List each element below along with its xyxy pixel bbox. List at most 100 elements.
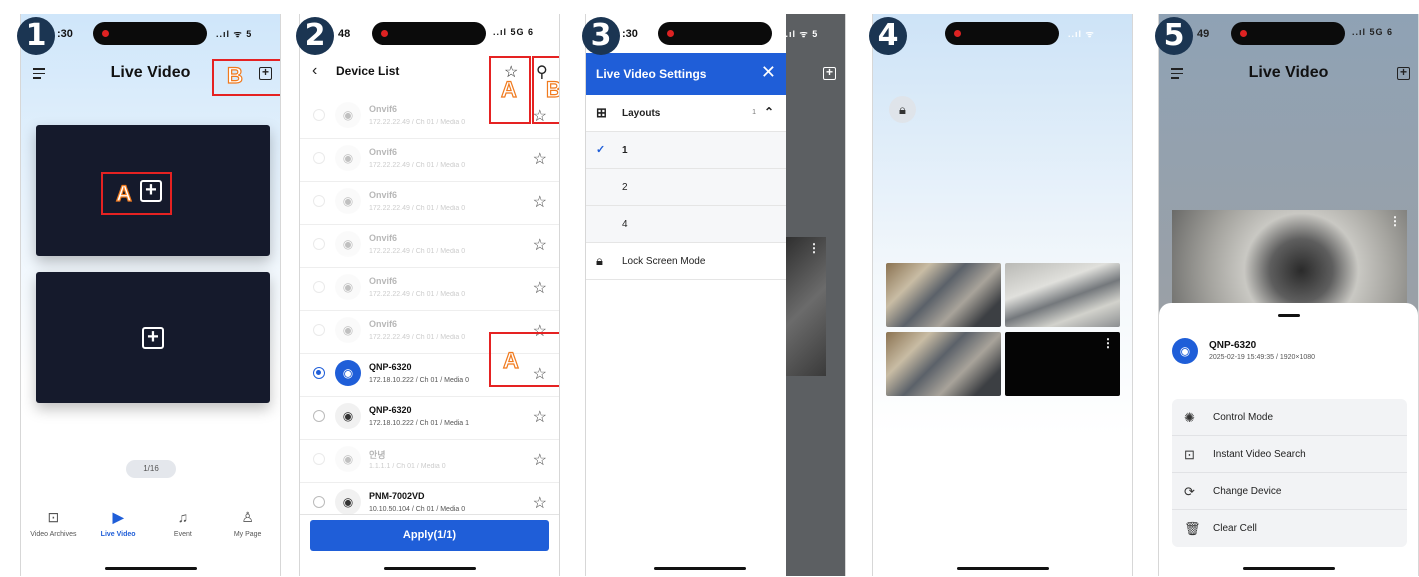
star-icon[interactable]: ☆ [533, 278, 547, 298]
chevron-up-icon[interactable]: ⌃ [764, 105, 774, 119]
status-icons: ..ıl ᯤ 5 [782, 29, 819, 39]
page-title: Live Video [1248, 64, 1329, 81]
menu-item-control-mode[interactable]: ✺ Control Mode [1172, 399, 1407, 436]
device-name: Onvif6 [369, 190, 398, 200]
add-layout-icon: + [823, 66, 836, 80]
layout-option-4[interactable]: 4 [586, 206, 786, 243]
status-icons: ..ıl ᯤ [1068, 29, 1095, 39]
apply-button[interactable]: Apply(1/1) [310, 520, 549, 551]
select-radio[interactable] [313, 324, 325, 336]
device-info: 2025-02-19 15:49:35 / 1920×1080 [1209, 354, 1316, 361]
video-archives-icon: ⊡ [47, 509, 60, 525]
dynamic-island [93, 22, 207, 45]
marker-a: A [115, 180, 132, 206]
tab-my-page[interactable]: ♙ My Page [215, 509, 280, 538]
camera-icon: ◉ [335, 317, 361, 343]
person-icon: ♙ [241, 509, 254, 525]
step-badge-5: 5 [1155, 17, 1193, 55]
device-name: QNP-6320 [369, 362, 412, 372]
sheet-handle[interactable] [1277, 314, 1300, 317]
layouts-section[interactable]: ⊞ Layouts 1 ⌃ [586, 95, 786, 132]
video-cell-1[interactable] [886, 263, 1001, 327]
video-cell-4[interactable]: ⋮ [1005, 332, 1120, 396]
camera-icon: ◉ [335, 102, 361, 128]
device-info: 172.22.22.49 / Ch 01 / Media 0 [369, 119, 466, 126]
menu-item-label: Control Mode [1213, 412, 1274, 423]
settings-header: Live Video Settings ✕ [586, 53, 786, 95]
select-radio[interactable] [313, 410, 325, 422]
status-time: 48 [338, 28, 351, 40]
layout-option-2[interactable]: 2 [586, 169, 786, 206]
home-indicator [104, 567, 197, 570]
camera-icon: ◉ [335, 231, 361, 257]
camera-icon: ◉ [335, 446, 361, 472]
video-cell-2[interactable] [1005, 263, 1120, 327]
highlight-box-a [101, 172, 172, 215]
star-icon[interactable]: ☆ [533, 235, 547, 255]
camera-icon: ◉ [1172, 338, 1198, 364]
highlight-box-b [212, 59, 280, 96]
device-row[interactable]: ◉ Onvif6 172.22.22.49 / Ch 01 / Media 0 ☆ [300, 139, 559, 182]
more-icon: ⋮ [808, 241, 820, 255]
camera-icon: ◉ [335, 274, 361, 300]
screen-lock-mode-grid: ..ıl ᯤ 🔒︎ ⋮ [872, 14, 1133, 576]
layout-option-label: 1 [622, 145, 628, 156]
lock-screen-mode-row[interactable]: 🔒︎ Lock Screen Mode [586, 243, 786, 280]
cell-menu: ✺ Control Mode ⊡ Instant Video Search ⟳ … [1172, 399, 1407, 547]
select-radio[interactable] [313, 195, 325, 207]
star-icon[interactable]: ☆ [533, 149, 547, 169]
menu-item-label: Change Device [1213, 486, 1282, 497]
aperture-icon: ✺ [1184, 410, 1195, 425]
video-cell-3[interactable] [886, 332, 1001, 396]
device-info: 172.22.22.49 / Ch 01 / Media 0 [369, 291, 466, 298]
tab-live-video[interactable]: ▶ Live Video [86, 509, 151, 538]
close-icon[interactable]: ✕ [761, 62, 776, 83]
tab-label: My Page [233, 531, 262, 538]
add-camera-icon[interactable]: + [142, 326, 164, 349]
device-name: PNM-7002VD [369, 491, 425, 501]
select-radio[interactable] [313, 453, 325, 465]
home-indicator [1242, 567, 1335, 570]
marker-b: B [545, 76, 559, 103]
home-indicator [383, 567, 476, 570]
star-icon[interactable]: ☆ [533, 493, 547, 513]
video-cell-2[interactable]: + [36, 272, 270, 403]
device-row[interactable]: ◉ QNP-6320 172.18.10.222 / Ch 01 / Media 1… [300, 397, 559, 440]
device-info: 172.22.22.49 / Ch 01 / Media 0 [369, 205, 466, 212]
select-radio[interactable] [313, 367, 325, 379]
device-row[interactable]: ◉ 안녕 1.1.1.1 / Ch 01 / Media 0 ☆ [300, 440, 559, 483]
layout-option-label: 2 [622, 182, 628, 193]
tab-label: Video Archives [30, 531, 77, 538]
device-row[interactable]: ◉ Onvif6 172.22.22.49 / Ch 01 / Media 0 ☆ [300, 268, 559, 311]
device-name: Onvif6 [369, 147, 398, 157]
select-radio[interactable] [313, 281, 325, 293]
star-icon[interactable]: ☆ [533, 192, 547, 212]
dynamic-island [945, 22, 1059, 45]
select-radio[interactable] [313, 152, 325, 164]
layouts-label: Layouts [622, 108, 661, 119]
camera-icon: ◉ [335, 188, 361, 214]
add-layout-icon: + [1397, 66, 1410, 80]
star-icon[interactable]: ☆ [533, 450, 547, 470]
layout-option-1[interactable]: ✓ 1 [586, 132, 786, 169]
step-badge-1: 1 [17, 17, 55, 55]
more-icon[interactable]: ⋮ [1102, 336, 1114, 350]
star-icon[interactable]: ☆ [533, 407, 547, 427]
screen-cell-menu: 49 ..ıl 5G 6 Live Video + ⋮ ◉ QNP-6320 2… [1158, 14, 1419, 576]
menu-item-instant-video-search[interactable]: ⊡ Instant Video Search [1172, 436, 1407, 473]
tab-event[interactable]: ♫ Event [151, 509, 216, 538]
video-cell-preview: ⋮ [786, 237, 826, 376]
device-row[interactable]: ◉ Onvif6 172.22.22.49 / Ch 01 / Media 0 ☆ [300, 225, 559, 268]
device-row[interactable]: ◉ Onvif6 172.22.22.49 / Ch 01 / Media 0 ☆ [300, 182, 559, 225]
camera-icon: ◉ [335, 145, 361, 171]
device-info: 172.18.10.222 / Ch 01 / Media 0 [369, 377, 470, 384]
back-icon[interactable]: ‹ [312, 62, 317, 80]
menu-item-change-device[interactable]: ⟳ Change Device [1172, 473, 1407, 510]
select-radio[interactable] [313, 238, 325, 250]
lock-icon[interactable]: 🔒︎ [889, 96, 916, 123]
tab-video-archives[interactable]: ⊡ Video Archives [21, 509, 86, 538]
select-radio[interactable] [313, 109, 325, 121]
select-radio[interactable] [313, 496, 325, 508]
menu-item-clear-cell[interactable]: 🗑︎ Clear Cell [1172, 510, 1407, 547]
device-name: 안녕 [369, 450, 386, 460]
